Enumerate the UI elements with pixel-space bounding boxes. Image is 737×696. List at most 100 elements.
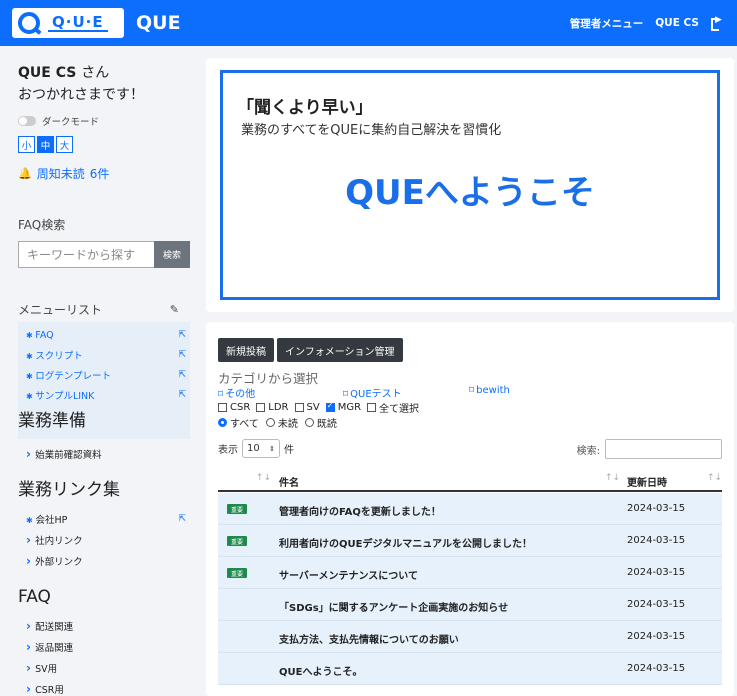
sort-icon[interactable]: ↑↓ [256,473,271,483]
radio-circle-selected [218,418,227,427]
checkbox-ldr[interactable]: LDR [256,400,289,415]
table-row[interactable]: 重要 管理者向けのFAQを更新しました！ 2024-03-15 [218,493,722,525]
row-title[interactable]: QUEへようこそ。 [279,663,362,678]
external-link-icon: ⇱ [178,370,186,380]
group-title-faq: FAQ [18,587,51,607]
link-item-pre-work-docs[interactable]: 始業前確認資料 [18,443,190,464]
menu-item-label: スクリプト [26,348,83,362]
information-table: 重要 管理者向けのFAQを更新しました！ 2024-03-15 重要 利用者向け… [218,493,722,685]
table-row[interactable]: 支払方法、支払先情報についてのお願い 2024-03-15 [218,621,722,653]
link-item-external[interactable]: 外部リンク [18,550,190,571]
read-filter: すべて 未読 既読 [218,415,337,430]
menu-item-label: サンプルLINK [26,388,94,402]
information-card: 新規投稿 インフォメーション管理 カテゴリから選択 その他 QUEテスト bew… [206,322,734,696]
font-size-large-button[interactable]: 大 [56,136,73,153]
category-link-bewith[interactable]: bewith [469,385,510,396]
new-post-button[interactable]: 新規投稿 [218,338,274,362]
logo-q-icon [18,12,40,34]
checkbox-select-all[interactable]: 全て選択 [367,400,419,415]
menu-list: FAQ ⇱ スクリプト ⇱ ログテンプレート ⇱ サンプルLINK ⇱ 業務準備 [18,322,190,439]
link-item-sv[interactable]: SV用 [18,657,190,678]
font-size-small-button[interactable]: 小 [18,136,35,153]
row-title[interactable]: 利用者向けのQUEデジタルマニュアルを公開しました！ [279,535,532,550]
checkbox-label: SV [306,402,320,413]
link-item-label: 返品関連 [26,640,73,654]
external-link-icon: ⇱ [178,513,186,524]
radio-all[interactable]: すべて [218,415,259,430]
sort-icon[interactable]: ↑↓ [605,473,620,483]
row-title[interactable]: 支払方法、支払先情報についてのお願い [279,631,459,646]
sort-icon[interactable]: ↑↓ [707,473,722,483]
link-item-label: 会社HP [26,512,68,526]
table-row[interactable]: 重要 利用者向けのQUEデジタルマニュアルを公開しました！ 2024-03-15 [218,525,722,557]
font-size-medium-button[interactable]: 中 [37,136,54,153]
logout-icon[interactable] [711,15,723,31]
page-length-select[interactable]: 10 ⇕ [242,439,280,458]
row-title[interactable]: 「SDGs」に関するアンケート企画実施のお知らせ [279,599,508,614]
checkbox-mgr[interactable]: MGR [325,400,362,415]
group-title-work-prep: 業務準備 [18,411,86,431]
checkbox-sv[interactable]: SV [294,400,320,415]
category-link-que-test[interactable]: QUEテスト [343,385,402,400]
row-title[interactable]: 管理者向けのFAQを更新しました！ [279,503,441,518]
radio-label: 既読 [316,419,337,430]
link-item-returns[interactable]: 返品関連 [18,636,190,657]
checkbox-box [218,403,227,412]
link-item-label: 外部リンク [26,554,83,568]
edit-icon[interactable]: ✎ [170,303,179,316]
column-title[interactable]: 件名 [279,474,299,489]
row-date: 2024-03-15 [627,663,686,674]
radio-unread[interactable]: 未読 [265,415,298,430]
menu-list-label: メニューリスト [18,303,103,317]
radio-read[interactable]: 既読 [304,415,337,430]
menu-item-faq[interactable]: FAQ ⇱ [18,325,190,345]
radio-circle [304,418,314,427]
important-badge: 重要 [227,568,247,578]
checkbox-label: MGR [337,402,362,413]
table-header: ↑↓ 件名 ↑↓ 更新日時 ↑↓ [218,468,722,492]
table-row[interactable]: 重要 サーバーメンテナンスについて 2024-03-15 [218,557,722,589]
link-item-company-hp[interactable]: 会社HP ⇱ [18,508,190,529]
row-date: 2024-03-15 [627,535,686,546]
dark-mode-toggle[interactable] [18,116,36,126]
checkbox-label: CSR [230,402,251,413]
font-size-selector: 小 中 大 [18,136,189,153]
user-honorific: さん [81,65,110,81]
important-badge: 重要 [227,536,247,546]
external-link-icon: ⇱ [178,350,186,360]
welcome-banner-card: 「聞くより早い」 業務のすべてをQUEに集約自己解決を習慣化 QUEへようこそ [206,58,734,312]
length-prefix: 表示 [218,445,238,456]
select-arrows-icon: ⇕ [269,444,275,453]
user-name-line: QUE CS さん [18,62,189,82]
link-item-csr[interactable]: CSR用 [18,678,190,696]
user-menu-link[interactable]: QUE CS [655,17,699,29]
category-link-other[interactable]: その他 [218,385,255,400]
faq-search-input[interactable]: キーワードから探す [18,241,154,268]
menu-item-script[interactable]: スクリプト ⇱ [18,345,190,365]
menu-item-label: FAQ [26,330,53,341]
unread-notice-link[interactable]: 🔔 周知未読 6件 [18,165,189,182]
banner-subtitle: 業務のすべてをQUEに集約自己解決を習慣化 [241,123,502,138]
table-search-input[interactable] [605,439,722,459]
menu-item-log-template[interactable]: ログテンプレート ⇱ [18,365,190,385]
row-title[interactable]: サーバーメンテナンスについて [279,567,418,582]
link-item-internal[interactable]: 社内リンク [18,529,190,550]
que-logo[interactable]: Q·U·E [12,8,124,38]
table-row[interactable]: 「SDGs」に関するアンケート企画実施のお知らせ 2024-03-15 [218,589,722,621]
info-manage-button[interactable]: インフォメーション管理 [277,338,403,362]
admin-menu-link[interactable]: 管理者メニュー [570,16,644,31]
checkbox-box [367,403,377,412]
group-title-work-links: 業務リンク集 [18,480,120,500]
radio-circle [265,418,275,427]
checkbox-label: LDR [268,402,289,413]
faq-search-button[interactable]: 検索 [154,241,190,268]
table-row[interactable]: QUEへようこそ。 2024-03-15 [218,653,722,685]
link-item-shipping[interactable]: 配送関連 [18,615,190,636]
brand-title[interactable]: QUE [136,12,181,34]
checkbox-csr[interactable]: CSR [218,400,250,415]
notice-label: 周知未読 [36,167,85,181]
column-date[interactable]: 更新日時 [627,474,667,489]
dark-mode-label: ダークモード [42,117,100,128]
menu-item-sample-link[interactable]: サンプルLINK ⇱ [18,385,190,405]
user-name: QUE CS [18,65,77,81]
